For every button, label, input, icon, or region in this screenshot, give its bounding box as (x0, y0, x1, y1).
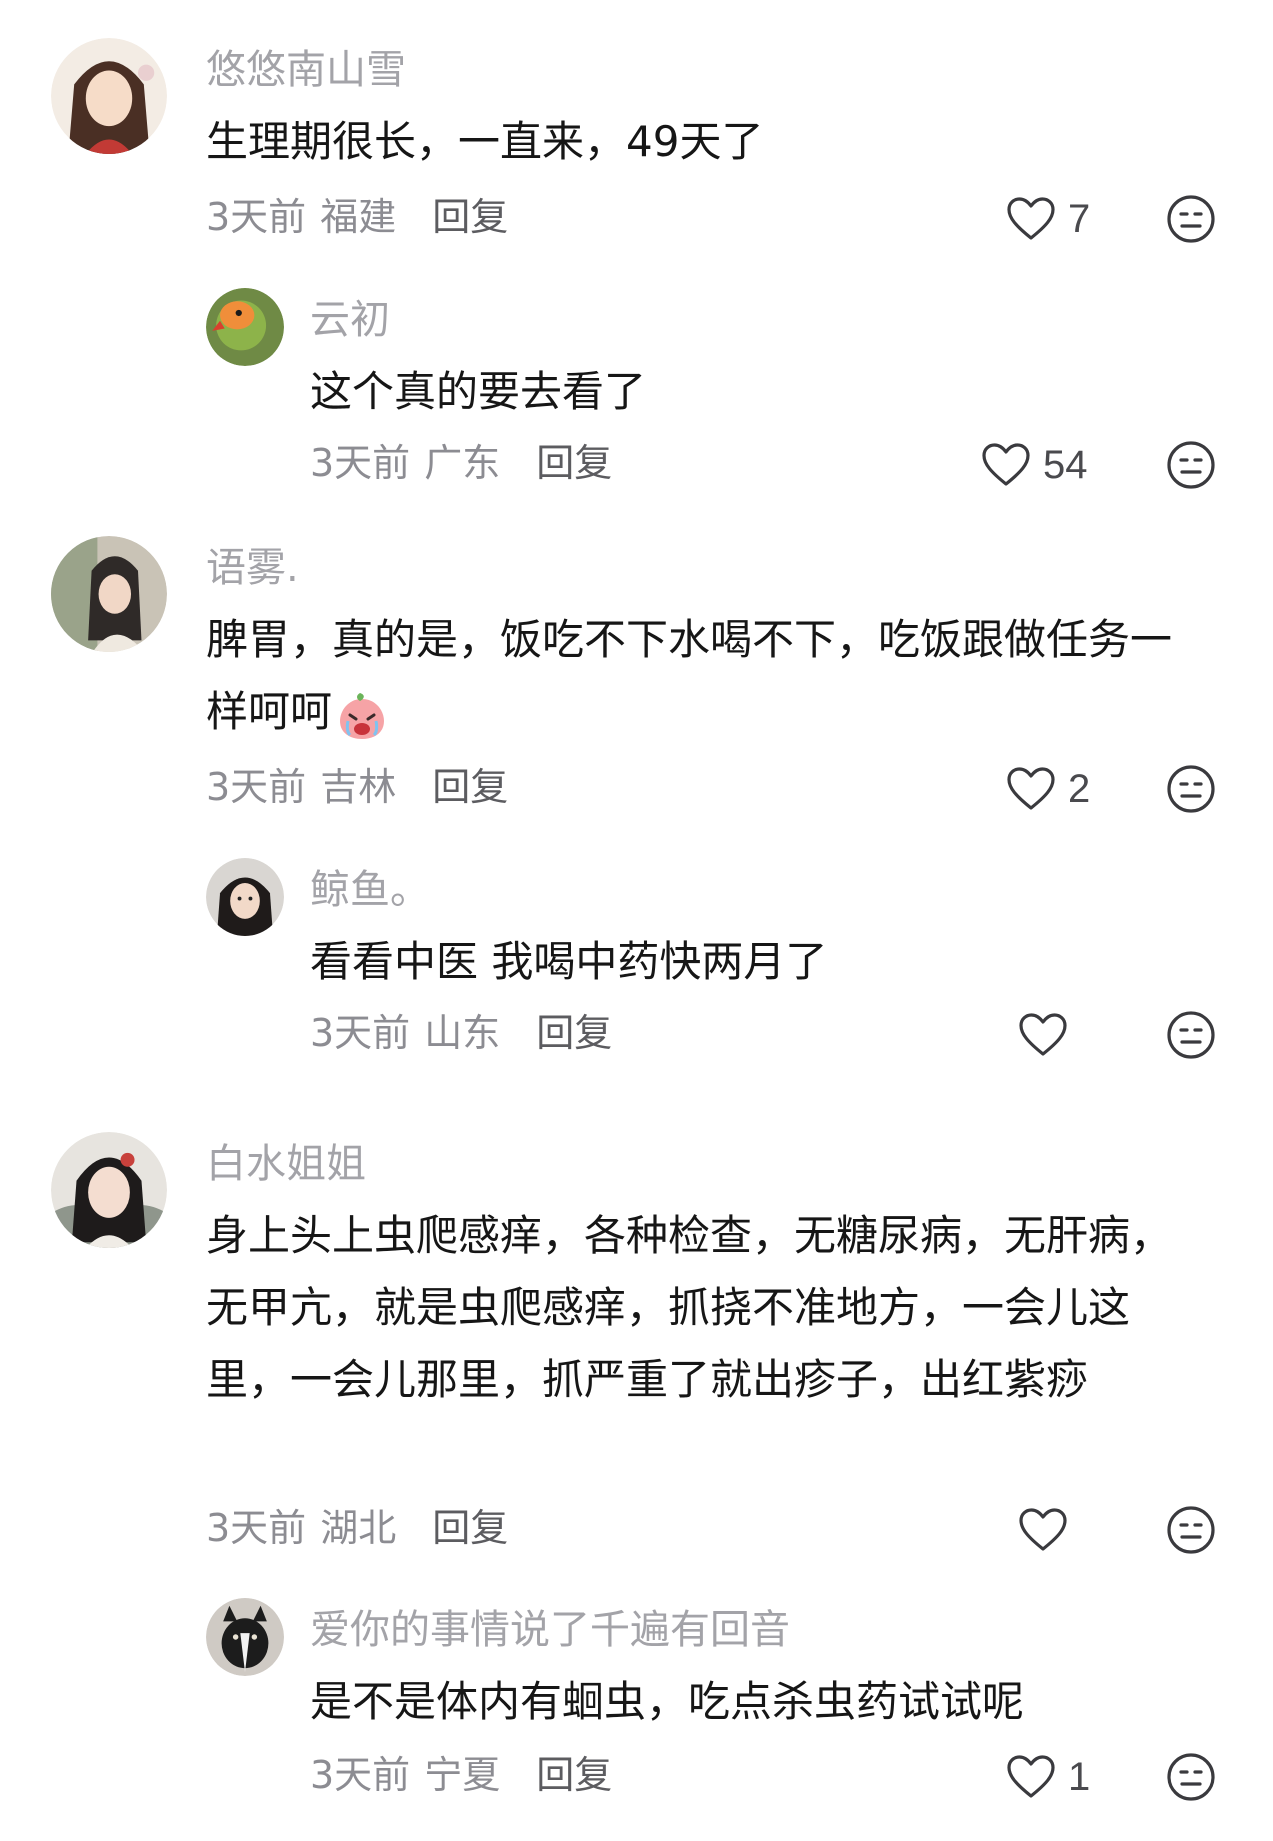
region-label: 福建 (320, 195, 397, 239)
region-label: 广东 (424, 441, 501, 485)
comment-meta: 3天前 山东 回复 (310, 1010, 612, 1056)
username[interactable]: 悠悠南山雪 (206, 46, 406, 94)
region-label: 山东 (424, 1011, 501, 1055)
heart-outline-icon (1019, 1013, 1067, 1056)
dislike-button[interactable] (1166, 1010, 1216, 1060)
like-button[interactable] (1018, 1502, 1080, 1558)
comment-meta: 3天前 吉林 回复 (206, 764, 508, 810)
time-label: 3天前 (206, 765, 307, 809)
avatar[interactable] (51, 536, 167, 652)
dislike-button[interactable] (1166, 1505, 1216, 1555)
avatar[interactable] (206, 288, 284, 366)
reply-button[interactable]: 回复 (432, 765, 508, 809)
time-label: 3天前 (310, 1753, 411, 1797)
reply-button[interactable]: 回复 (536, 1753, 612, 1797)
crying-peach-emoji (336, 689, 388, 741)
comment-meta: 3天前 广东 回复 (310, 440, 612, 486)
like-button[interactable]: 1 (1006, 1749, 1090, 1805)
comment-meta: 3天前 福建 回复 (206, 194, 508, 240)
time-label: 3天前 (310, 1011, 411, 1055)
reply-button[interactable]: 回复 (536, 441, 612, 485)
meh-face-icon (1167, 195, 1215, 243)
reply-button[interactable]: 回复 (432, 195, 508, 239)
like-button[interactable]: 7 (1006, 191, 1090, 247)
meh-face-icon (1167, 1506, 1215, 1554)
avatar[interactable] (206, 858, 284, 936)
heart-outline-icon (1007, 767, 1055, 810)
heart-outline-icon (1019, 1508, 1067, 1551)
meh-face-icon (1167, 765, 1215, 813)
comment-text: 看看中医 我喝中药快两月了 (310, 937, 828, 986)
like-button[interactable]: 54 (981, 437, 1088, 493)
heart-outline-icon (1007, 197, 1055, 240)
like-button[interactable]: 2 (1006, 761, 1090, 817)
dislike-button[interactable] (1166, 440, 1216, 490)
username[interactable]: 云初 (310, 296, 390, 344)
comment-meta: 3天前 湖北 回复 (206, 1505, 508, 1551)
username[interactable]: 爱你的事情说了千遍有回音 (310, 1606, 790, 1654)
comment-text: 这个真的要去看了 (310, 367, 647, 416)
time-label: 3天前 (206, 195, 307, 239)
heart-outline-icon (982, 443, 1030, 486)
dislike-button[interactable] (1166, 194, 1216, 244)
reply-button[interactable]: 回复 (536, 1011, 612, 1055)
dislike-button[interactable] (1166, 764, 1216, 814)
comment-text: 是不是体内有蛔虫，吃点杀虫药试试呢 (310, 1677, 1025, 1726)
username[interactable]: 语雾. (206, 544, 299, 592)
meh-face-icon (1167, 1011, 1215, 1059)
comment-text: 脾胃，真的是，饭吃不下水喝不下，吃饭跟做任务一样呵呵 (206, 604, 1206, 748)
comment-text: 身上头上虫爬感痒，各种检查，无糖尿病，无肝病，无甲亢，就是虫爬感痒，抓挠不准地方… (206, 1211, 1173, 1404)
region-label: 宁夏 (424, 1753, 501, 1797)
meh-face-icon (1167, 441, 1215, 489)
like-button[interactable] (1018, 1007, 1080, 1063)
like-count: 7 (1068, 196, 1091, 241)
reply-button[interactable]: 回复 (432, 1506, 508, 1550)
like-count: 1 (1068, 1754, 1091, 1799)
comment-text: 生理期很长，一直来，49天了 (206, 117, 764, 166)
avatar[interactable] (51, 38, 167, 154)
username[interactable]: 鲸鱼。 (310, 866, 430, 914)
time-label: 3天前 (206, 1506, 307, 1550)
username[interactable]: 白水姐姐 (206, 1140, 366, 1188)
meh-face-icon (1167, 1753, 1215, 1801)
like-count: 54 (1043, 442, 1088, 487)
avatar[interactable] (206, 1598, 284, 1676)
like-count: 2 (1068, 766, 1091, 811)
region-label: 吉林 (320, 765, 397, 809)
dislike-button[interactable] (1166, 1752, 1216, 1802)
heart-outline-icon (1007, 1755, 1055, 1798)
region-label: 湖北 (320, 1506, 397, 1550)
time-label: 3天前 (310, 441, 411, 485)
avatar[interactable] (51, 1132, 167, 1248)
comment-meta: 3天前 宁夏 回复 (310, 1752, 612, 1798)
